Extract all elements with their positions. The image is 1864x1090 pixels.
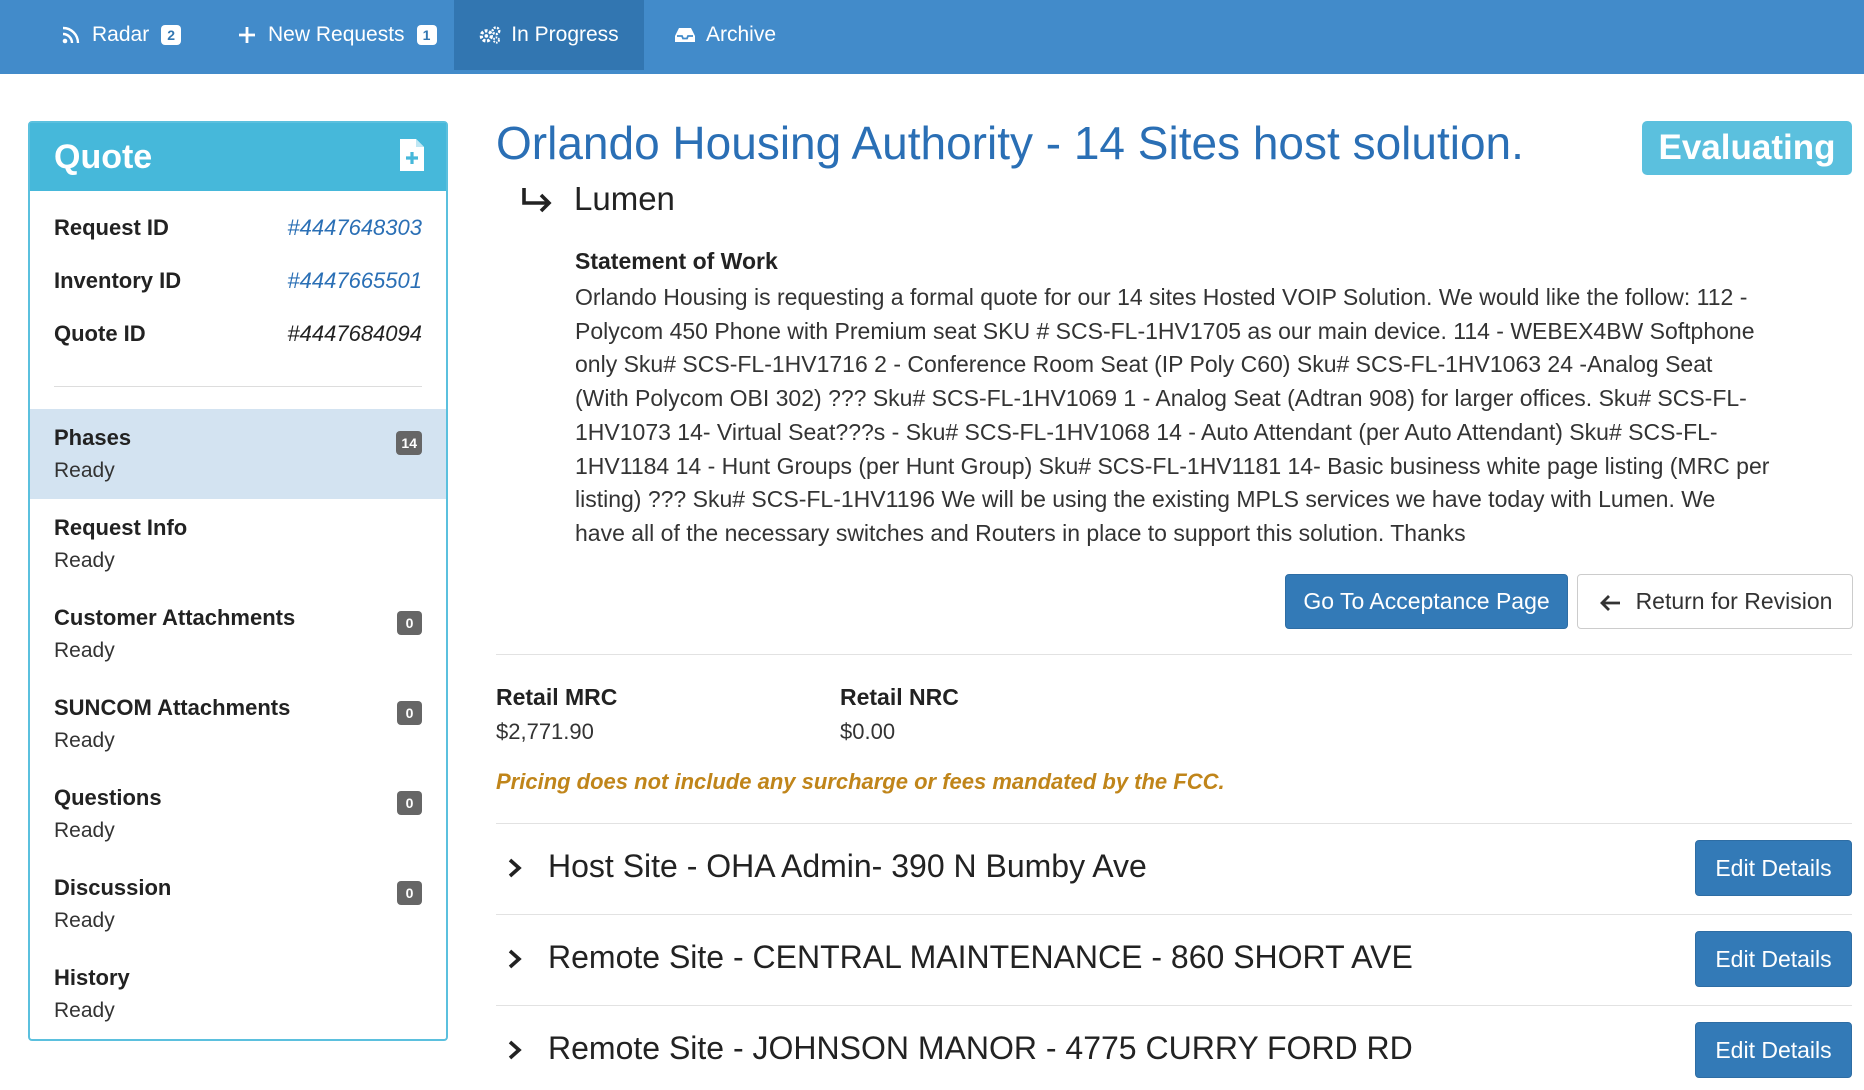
site-row[interactable]: Host Site - OHA Admin- 390 N Bumby Ave E… <box>496 824 1852 914</box>
phase-item-history[interactable]: History Ready <box>30 949 446 1039</box>
quote-panel-title: Quote <box>54 137 153 176</box>
plus-icon <box>236 24 258 46</box>
phase-name: Discussion <box>54 875 172 900</box>
phase-item-customer-attachments[interactable]: Customer Attachments Ready 0 <box>30 589 446 679</box>
nav-radar-label: Radar <box>92 23 150 46</box>
phase-item-suncom-attachments[interactable]: SUNCOM Attachments Ready 0 <box>30 679 446 769</box>
nav-radar[interactable]: Radar 2 <box>60 0 182 70</box>
quote-id-label: Quote ID <box>54 320 146 346</box>
edit-details-button[interactable]: Edit Details <box>1695 840 1852 896</box>
retail-nrc-label: Retail NRC <box>840 684 959 710</box>
edit-details-button[interactable]: Edit Details <box>1695 1022 1852 1078</box>
phase-status: Ready <box>54 729 115 752</box>
phase-name: Customer Attachments <box>54 605 296 630</box>
phase-count-badge: 0 <box>397 611 422 635</box>
nav-radar-badge: 2 <box>161 25 182 45</box>
phase-item-phases[interactable]: Phases Ready 14 <box>30 409 446 499</box>
edit-details-button[interactable]: Edit Details <box>1695 931 1852 987</box>
phase-item-questions[interactable]: Questions Ready 0 <box>30 769 446 859</box>
retail-mrc-value: $2,771.90 <box>496 719 594 744</box>
return-for-revision-button[interactable]: Return for Revision <box>1577 574 1853 629</box>
phase-status: Ready <box>54 909 115 932</box>
nav-new-requests-label: New Requests <box>268 23 405 46</box>
edit-details-label: Edit Details <box>1715 854 1832 881</box>
phase-status: Ready <box>54 639 115 662</box>
inventory-id-link[interactable]: #4447665501 <box>287 268 422 294</box>
chevron-right-icon[interactable] <box>506 856 524 880</box>
nav-new-requests[interactable]: New Requests 1 <box>236 0 437 70</box>
phase-status: Ready <box>54 999 115 1022</box>
edit-details-label: Edit Details <box>1715 1036 1832 1063</box>
rss-icon <box>60 24 82 46</box>
arrow-left-icon <box>1598 592 1622 612</box>
retail-nrc-value: $0.00 <box>840 719 896 744</box>
sow-heading: Statement of Work <box>575 248 778 274</box>
chevron-right-icon[interactable] <box>506 947 524 971</box>
phase-status: Ready <box>54 819 115 842</box>
go-to-acceptance-label: Go To Acceptance Page <box>1303 588 1550 614</box>
nav-in-progress[interactable]: In Progress <box>454 0 644 70</box>
vendor-name: Lumen <box>574 180 675 217</box>
edit-details-label: Edit Details <box>1715 945 1832 972</box>
chevron-right-icon[interactable] <box>506 1038 524 1062</box>
phase-status: Ready <box>54 459 115 482</box>
site-row[interactable]: Remote Site - CENTRAL MAINTENANCE - 860 … <box>496 915 1852 1005</box>
phase-count-badge: 0 <box>397 881 422 905</box>
request-id-label: Request ID <box>54 214 169 240</box>
inbox-icon <box>674 24 696 46</box>
nav-archive[interactable]: Archive <box>674 0 776 70</box>
phase-name: History <box>54 965 130 990</box>
fcc-disclaimer: Pricing does not include any surcharge o… <box>496 769 1225 794</box>
nav-in-progress-label: In Progress <box>511 23 619 46</box>
phase-count-badge: 0 <box>397 701 422 725</box>
quote-id-list: Request ID #4447648303 Inventory ID #444… <box>30 191 446 360</box>
inventory-id-row: Inventory ID #4447665501 <box>54 254 422 307</box>
inventory-id-label: Inventory ID <box>54 267 182 293</box>
phase-name: Request Info <box>54 515 188 540</box>
arrow-turn-right-icon <box>520 182 554 216</box>
request-id-row: Request ID #4447648303 <box>54 201 422 254</box>
phase-status: Ready <box>54 549 115 572</box>
quote-panel-header: Quote <box>30 123 446 191</box>
phase-count-badge: 14 <box>396 431 422 455</box>
quote-panel: Quote Request ID #4447648303 Inventory I… <box>28 121 448 1041</box>
site-title[interactable]: Remote Site - JOHNSON MANOR - 4775 CURRY… <box>548 1030 1413 1067</box>
vendor-line: Lumen <box>520 180 675 218</box>
panel-divider <box>54 386 422 387</box>
top-navbar: Radar 2 New Requests 1 In Progress Archi… <box>0 0 1864 74</box>
page-title: Orlando Housing Authority - 14 Sites hos… <box>496 117 1524 169</box>
phase-item-request-info[interactable]: Request Info Ready <box>30 499 446 589</box>
go-to-acceptance-button[interactable]: Go To Acceptance Page <box>1285 574 1568 629</box>
gears-icon <box>479 24 501 46</box>
phase-item-discussion[interactable]: Discussion Ready 0 <box>30 859 446 949</box>
phase-list: Phases Ready 14 Request Info Ready Custo… <box>30 409 446 1039</box>
request-id-link[interactable]: #4447648303 <box>287 215 422 241</box>
quote-id-row: Quote ID #4447684094 <box>54 307 422 360</box>
file-plus-icon[interactable] <box>400 138 424 176</box>
phase-name: Questions <box>54 785 162 810</box>
phase-name: Phases <box>54 425 132 450</box>
nav-new-requests-badge: 1 <box>416 25 437 45</box>
status-badge: Evaluating <box>1642 121 1852 175</box>
site-title[interactable]: Remote Site - CENTRAL MAINTENANCE - 860 … <box>548 939 1413 976</box>
site-title[interactable]: Host Site - OHA Admin- 390 N Bumby Ave <box>548 848 1147 885</box>
retail-mrc-label: Retail MRC <box>496 684 618 710</box>
nav-archive-label: Archive <box>706 23 777 46</box>
site-row[interactable]: Remote Site - JOHNSON MANOR - 4775 CURRY… <box>496 1006 1852 1090</box>
phase-count-badge: 0 <box>397 791 422 815</box>
quote-id-value: #4447684094 <box>287 320 422 346</box>
phase-name: SUNCOM Attachments <box>54 695 291 720</box>
sow-body: Orlando Housing is requesting a formal q… <box>575 284 1770 546</box>
return-for-revision-label: Return for Revision <box>1635 588 1833 614</box>
divider <box>496 654 1852 655</box>
